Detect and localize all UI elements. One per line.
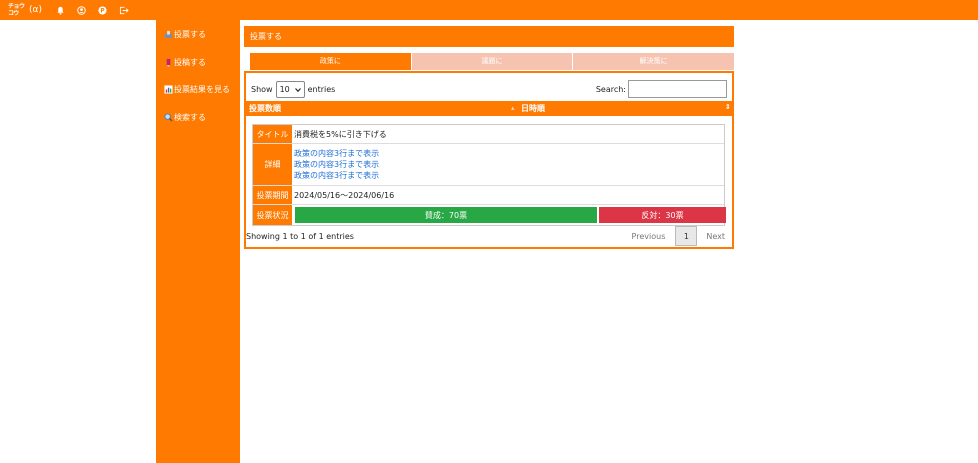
page-1-button[interactable]: 1	[675, 226, 698, 246]
policy-card: タイトル 消費税を5%に引き下げる 詳細 政策の内容3行まで表示 政策の内容3行…	[252, 124, 726, 226]
detail-links: 政策の内容3行まで表示 政策の内容3行まで表示 政策の内容3行まで表示	[294, 144, 379, 185]
tab-agenda[interactable]: 議題に	[411, 53, 573, 70]
table-controls: Show 10 entries Search:	[251, 79, 727, 99]
sidebar-item-search[interactable]: 検索する	[164, 112, 240, 123]
title-value: 消費税を5%に引き下げる	[294, 129, 387, 139]
ballot-box-icon	[164, 30, 173, 39]
sort-icon: ▴	[511, 104, 515, 112]
entries-select[interactable]: 10	[275, 80, 305, 98]
detail-label: 詳細	[253, 144, 292, 185]
sort-both-icon: ⇕	[725, 103, 731, 111]
bell-icon[interactable]	[56, 5, 66, 15]
show-label: Show	[251, 84, 273, 94]
logo-suffix: (α)	[29, 5, 42, 15]
card-row-title: タイトル 消費税を5%に引き下げる	[253, 125, 724, 144]
detail-link[interactable]: 政策の内容3行まで表示	[294, 170, 379, 181]
sidebar-item-label: 投票結果を見る	[174, 85, 230, 94]
search-label: Search:	[595, 84, 626, 94]
vote-table-panel: Show 10 entries Search: 投票数順 ▴ 日時順 ⇕ タイト…	[244, 71, 734, 249]
column-date[interactable]: 日時順	[521, 101, 545, 116]
page-title: 投票する	[244, 26, 734, 47]
title-label: タイトル	[253, 125, 292, 143]
sidebar-item-post[interactable]: 投稿する	[164, 57, 240, 68]
detail-link[interactable]: 政策の内容3行まで表示	[294, 148, 379, 159]
oppose-vote-bar[interactable]: 反対：30票	[599, 207, 726, 223]
chevron-down-icon	[294, 85, 301, 94]
sidebar-item-label: 投稿する	[174, 57, 206, 67]
previous-button[interactable]: Previous	[632, 232, 666, 241]
p-badge-icon[interactable]: P	[98, 5, 108, 15]
card-row-detail: 詳細 政策の内容3行まで表示 政策の内容3行まで表示 政策の内容3行まで表示	[253, 144, 724, 186]
top-nav-bar: チョウコウ (α) P	[0, 0, 978, 20]
svg-text:P: P	[101, 8, 106, 14]
tab-solution[interactable]: 解決策に	[573, 53, 735, 70]
bar-chart-icon	[164, 85, 173, 94]
card-row-period: 投票期間 2024/05/16〜2024/06/16	[253, 186, 724, 205]
logout-icon[interactable]	[119, 5, 129, 15]
pencil-icon	[164, 58, 173, 67]
pagination: Previous 1 Next	[632, 226, 725, 246]
tab-bar: 政策に 議題に 解決策に	[250, 53, 735, 70]
card-row-status: 投票状況 賛成：70票 反対：30票	[253, 205, 726, 225]
period-value: 2024/05/16〜2024/06/16	[294, 190, 395, 200]
user-circle-icon[interactable]	[77, 5, 87, 15]
entries-length: Show 10 entries	[251, 80, 336, 98]
agree-vote-bar[interactable]: 賛成：70票	[295, 207, 597, 223]
column-vote-count[interactable]: 投票数順	[249, 101, 281, 116]
table-footer: Showing 1 to 1 of 1 entries Previous 1 N…	[246, 226, 732, 247]
table-header: 投票数順 ▴ 日時順 ⇕	[246, 101, 732, 116]
next-button[interactable]: Next	[706, 232, 725, 241]
main-content: 投票する 政策に 議題に 解決策に Show 10 entries Search…	[244, 26, 735, 249]
entries-value: 10	[279, 84, 290, 94]
search-input[interactable]	[628, 80, 727, 98]
status-label: 投票状況	[253, 205, 292, 225]
tab-policy[interactable]: 政策に	[250, 53, 411, 70]
table-info: Showing 1 to 1 of 1 entries	[246, 232, 354, 241]
sidebar-item-label: 投票する	[174, 30, 206, 39]
sidebar: 投票する 投稿する 投票結果を見る 検索する	[156, 20, 240, 463]
period-label: 投票期間	[253, 186, 292, 204]
logo-text: チョウコウ	[8, 3, 25, 17]
top-icons: P	[56, 5, 140, 15]
sidebar-item-results[interactable]: 投票結果を見る	[164, 84, 240, 95]
detail-link[interactable]: 政策の内容3行まで表示	[294, 159, 379, 170]
entries-label: entries	[307, 84, 336, 94]
magnifier-icon	[164, 112, 173, 122]
sidebar-item-label: 検索する	[174, 112, 206, 122]
table-search: Search:	[596, 80, 727, 98]
sidebar-item-vote[interactable]: 投票する	[164, 29, 240, 40]
app-logo[interactable]: チョウコウ (α)	[8, 3, 42, 17]
